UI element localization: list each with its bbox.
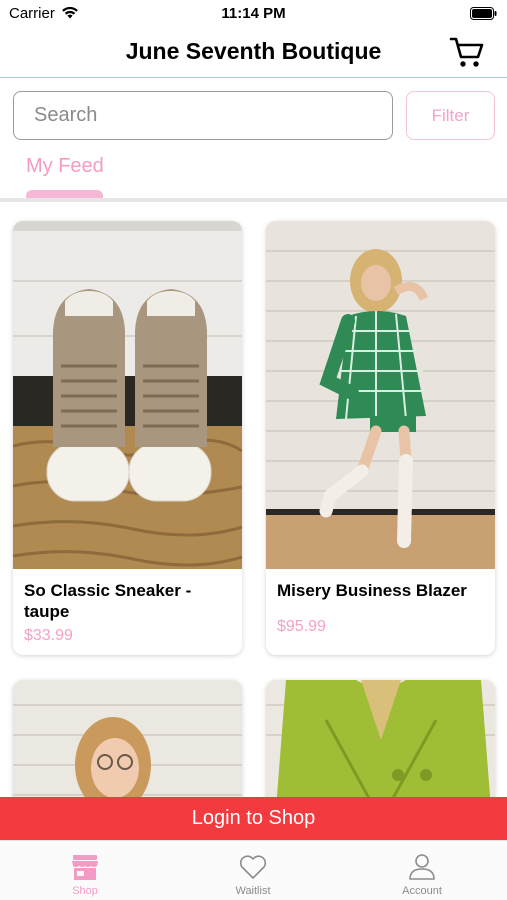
shopping-cart-icon[interactable] bbox=[449, 35, 485, 69]
storefront-icon bbox=[72, 855, 98, 880]
person-icon bbox=[409, 854, 435, 880]
tab-account[interactable]: Account bbox=[372, 841, 472, 900]
product-card-sneaker[interactable]: So Classic Sneaker - taupe $33.99 bbox=[13, 221, 242, 655]
heart-icon bbox=[239, 855, 267, 879]
product-image-blazer bbox=[266, 221, 495, 569]
search-input[interactable] bbox=[13, 91, 393, 140]
product-price: $33.99 bbox=[24, 627, 73, 644]
tab-shop[interactable]: Shop bbox=[35, 841, 135, 900]
tab-account-label: Account bbox=[402, 885, 442, 897]
feed-divider bbox=[0, 198, 507, 202]
battery-icon bbox=[470, 7, 497, 20]
product-price: $95.99 bbox=[277, 618, 326, 635]
status-bar: Carrier 11:14 PM bbox=[0, 0, 507, 28]
product-image-sneaker bbox=[13, 221, 242, 569]
tab-waitlist[interactable]: Waitlist bbox=[203, 841, 303, 900]
tab-my-feed[interactable]: My Feed bbox=[26, 155, 104, 178]
tab-waitlist-label: Waitlist bbox=[235, 885, 271, 897]
page-title: June Seventh Boutique bbox=[125, 38, 382, 64]
tab-shop-label: Shop bbox=[72, 885, 98, 897]
product-card-blazer[interactable]: Misery Business Blazer $95.99 bbox=[266, 221, 495, 655]
clock: 11:14 PM bbox=[221, 5, 286, 22]
product-name: So Classic Sneaker - taupe bbox=[24, 581, 192, 621]
filter-button[interactable]: Filter bbox=[406, 91, 495, 140]
bottom-tab-bar: Shop Waitlist Account bbox=[0, 840, 507, 900]
product-name: Misery Business Blazer bbox=[277, 581, 467, 600]
nav-header: June Seventh Boutique bbox=[0, 28, 507, 78]
login-to-shop-button[interactable]: Login to Shop bbox=[0, 797, 507, 840]
